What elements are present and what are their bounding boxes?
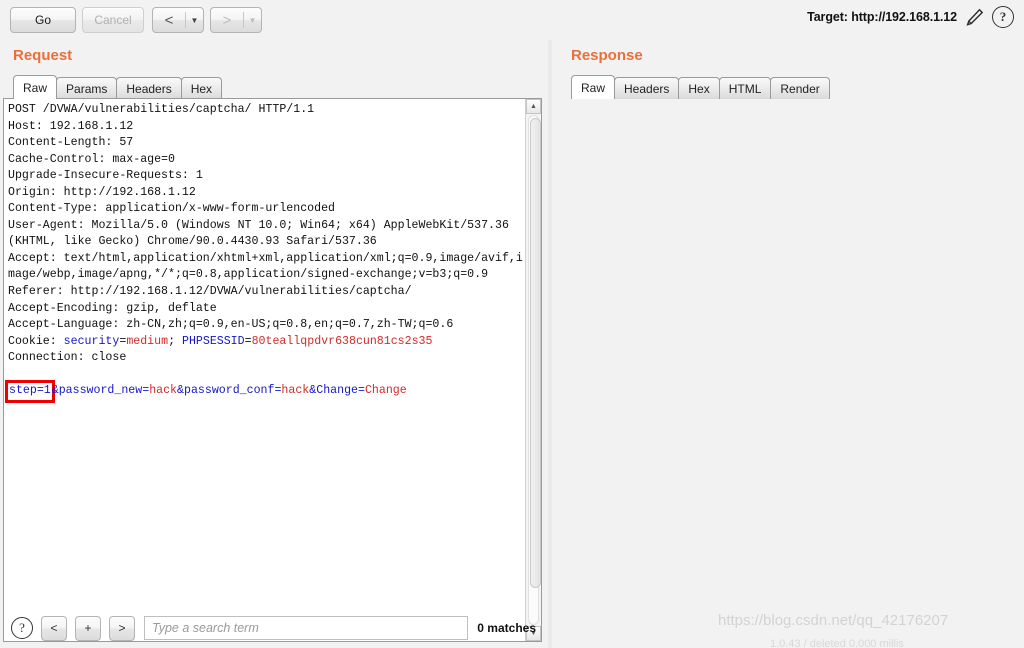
chevron-down-icon[interactable]: ▼ — [186, 8, 203, 32]
request-title: Request — [13, 47, 73, 64]
help-icon[interactable]: ? — [992, 6, 1014, 28]
chevron-left-icon: < — [164, 11, 174, 29]
target-label: Target: http://192.168.1.12 — [807, 10, 957, 24]
top-toolbar: Go Cancel < ▼ > ▼ Target: http://192.168… — [0, 0, 1024, 40]
request-cookie-line: Cookie: security=medium; PHPSESSID=80tea… — [8, 335, 432, 348]
back-button[interactable]: < ▼ — [152, 7, 204, 33]
response-panel: Response Raw Headers Hex HTML Render pt>… — [552, 40, 1024, 648]
request-line: Referer: http://192.168.1.12/DVWA/vulner… — [8, 285, 412, 299]
request-body-params: step=1&password_new=hack&password_conf=h… — [5, 380, 407, 403]
request-panel: Request Raw Params Headers Hex POST /DVW… — [0, 40, 548, 648]
tab-request-headers[interactable]: Headers — [116, 77, 182, 99]
separator: ; — [168, 334, 182, 348]
response-tabs: Raw Headers Hex HTML Render — [571, 75, 830, 99]
response-title: Response — [571, 47, 643, 64]
request-line: Cache-Control: max-age=0 — [8, 152, 175, 166]
tab-request-params[interactable]: Params — [56, 77, 118, 99]
request-tabs: Raw Params Headers Hex — [13, 75, 223, 99]
request-line: Accept: text/html,application/xhtml+xml,… — [8, 251, 523, 282]
param-value-change: Change — [364, 384, 407, 398]
forward-button: > ▼ — [210, 7, 262, 33]
cancel-button: Cancel — [82, 7, 144, 33]
param-key-password-conf: password_conf — [184, 384, 275, 398]
tab-response-hex[interactable]: Hex — [678, 77, 720, 99]
request-line: Origin: http://192.168.1.12 — [8, 185, 196, 199]
request-line: Upgrade-Insecure-Requests: 1 — [8, 169, 203, 183]
search-prev-button[interactable]: < — [41, 615, 67, 641]
go-button[interactable]: Go — [10, 7, 76, 33]
request-line: Connection: close — [8, 351, 127, 365]
target-area: Target: http://192.168.1.12 ? — [807, 6, 1014, 28]
search-help-icon[interactable]: ? — [11, 617, 33, 639]
request-line: Content-Type: application/x-www-form-url… — [8, 202, 335, 216]
scroll-thumb[interactable] — [530, 118, 541, 588]
cookie-key-security: security — [63, 334, 120, 348]
search-next-button[interactable]: > — [109, 615, 135, 641]
request-line: Content-Length: 57 — [8, 136, 134, 150]
request-vertical-scrollbar[interactable]: ▲ ▼ — [525, 99, 541, 641]
scroll-up-icon[interactable]: ▲ — [526, 99, 541, 114]
tab-response-html[interactable]: HTML — [718, 77, 772, 99]
tab-response-raw[interactable]: Raw — [571, 75, 616, 99]
tab-request-raw[interactable]: Raw — [13, 75, 58, 99]
request-search-input[interactable]: Type a search term — [144, 616, 469, 640]
cookie-value-security: medium — [126, 334, 169, 348]
param-value-password-new: hack — [149, 384, 178, 398]
tab-response-render[interactable]: Render — [770, 77, 830, 99]
cookie-value-phpsessid: 80teallqpdvr638cun81cs2s35 — [251, 334, 433, 348]
request-raw-text[interactable]: POST /DVWA/vulnerabilities/captcha/ HTTP… — [4, 102, 525, 641]
cookie-key-phpsessid: PHPSESSID — [181, 334, 245, 348]
request-editor[interactable]: POST /DVWA/vulnerabilities/captcha/ HTTP… — [3, 98, 542, 642]
request-match-count: 0 matches — [477, 621, 536, 635]
scroll-track[interactable] — [528, 115, 541, 625]
tab-response-headers[interactable]: Headers — [614, 77, 680, 99]
equals: = — [244, 334, 252, 348]
equals: = — [357, 384, 365, 398]
highlighted-step-param: step=1 — [5, 380, 55, 403]
chevron-right-icon: > — [222, 11, 232, 29]
request-line: Accept-Encoding: gzip, deflate — [8, 301, 217, 315]
burp-repeater-window: Go Cancel < ▼ > ▼ Target: http://192.168… — [0, 0, 1024, 648]
ampersand: & — [51, 384, 59, 398]
cookie-prefix: Cookie: — [8, 334, 64, 348]
request-line: Host: 192.168.1.12 — [8, 119, 134, 133]
tab-request-hex[interactable]: Hex — [180, 77, 223, 99]
request-line: User-Agent: Mozilla/5.0 (Windows NT 10.0… — [8, 218, 516, 249]
pencil-icon[interactable] — [964, 7, 985, 28]
search-add-button[interactable]: + — [75, 615, 101, 641]
param-value-password-conf: hack — [281, 384, 310, 398]
param-key-password-new: password_new — [58, 384, 143, 398]
request-line: Accept-Language: zh-CN,zh;q=0.9,en-US;q=… — [8, 318, 454, 332]
chevron-down-icon: ▼ — [248, 15, 257, 25]
request-search-bar: ? < + > Type a search term 0 matches — [3, 608, 542, 648]
ampersand: & — [177, 384, 184, 398]
param-key-change: Change — [316, 384, 358, 398]
request-line: POST /DVWA/vulnerabilities/captcha/ HTTP… — [8, 103, 315, 116]
